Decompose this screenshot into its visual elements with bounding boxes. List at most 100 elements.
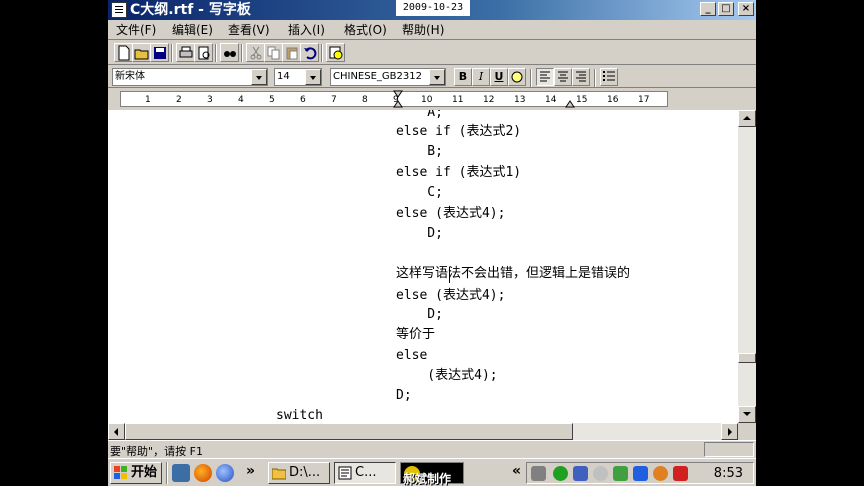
cut-icon[interactable] (246, 43, 265, 62)
title-bar[interactable]: C大纲.rtf - 写字板 2009-10-23 _ □ × (108, 0, 756, 20)
italic-button[interactable]: I (472, 68, 490, 86)
status-panel (704, 442, 754, 457)
doc-line: else (396, 348, 428, 363)
menu-bar: 文件(F) 编辑(E) 查看(V) 插入(I) 格式(O) 帮助(H) (108, 20, 756, 40)
open-icon[interactable] (132, 43, 151, 62)
save-icon[interactable] (150, 43, 169, 62)
network-icon[interactable] (553, 466, 568, 481)
close-button[interactable]: × (738, 2, 754, 16)
color-button[interactable] (508, 68, 526, 86)
script-combo[interactable]: CHINESE_GB2312 (330, 68, 446, 86)
ruler-label: 6 (300, 95, 306, 105)
doc-line: else if (表达式1) (396, 165, 522, 180)
doc-line: else if (表达式2) (396, 124, 522, 139)
scroll-right-button[interactable] (721, 423, 738, 440)
menu-help[interactable]: 帮助(H) (402, 22, 444, 38)
task-explorer-label: D:\... (289, 465, 321, 480)
doc-line: C; (396, 185, 443, 200)
font-combo[interactable]: 新宋体 (112, 68, 268, 86)
toolbar-separator (215, 44, 217, 62)
task-wordpad-label: C... (355, 465, 377, 480)
chevron-down-icon[interactable] (305, 69, 321, 85)
start-button[interactable]: 开始 (110, 462, 162, 484)
indent-marker-icon[interactable] (393, 90, 403, 108)
tray-expand[interactable]: « (512, 463, 521, 479)
chevron-down-icon[interactable] (251, 69, 267, 85)
ruler-label: 7 (331, 95, 337, 105)
maximize-button[interactable]: □ (718, 2, 734, 16)
doc-line: 这样写语法不会出错，但逻辑上是错误的 (396, 266, 631, 281)
security-icon[interactable] (633, 466, 648, 481)
paste-icon[interactable] (282, 43, 301, 62)
align-left-button[interactable] (536, 68, 554, 86)
standard-toolbar (108, 41, 756, 65)
menu-format[interactable]: 格式(O) (344, 22, 387, 38)
wordpad-icon[interactable] (111, 2, 127, 18)
align-center-button[interactable] (554, 68, 572, 86)
date-overlay: 2009-10-23 (396, 0, 470, 16)
ruler-label: 11 (452, 95, 464, 105)
task-wordpad[interactable]: C... (334, 462, 396, 484)
menu-edit[interactable]: 编辑(E) (172, 22, 213, 38)
vertical-scrollbar[interactable] (738, 110, 756, 423)
system-tray: 8:53 (526, 462, 754, 484)
insert-datetime-icon[interactable] (326, 43, 345, 62)
find-icon[interactable] (220, 43, 239, 62)
shield-icon[interactable] (673, 466, 688, 481)
wordpad-window: C大纲.rtf - 写字板 2009-10-23 _ □ × 文件(F) 编辑(… (108, 0, 756, 458)
chevron-down-icon[interactable] (429, 69, 445, 85)
bullets-button[interactable] (600, 68, 618, 86)
ruler[interactable]: 1 2 3 4 5 6 7 8 9 10 11 12 13 14 15 16 1… (108, 89, 756, 110)
font-value: 新宋体 (115, 71, 145, 82)
taskbar-separator (166, 462, 168, 484)
show-desktop-icon[interactable] (172, 464, 190, 482)
window-title: C大纲.rtf - 写字板 (130, 2, 251, 18)
print-icon[interactable] (176, 43, 195, 62)
firefox-icon[interactable] (194, 464, 212, 482)
ie-icon[interactable] (216, 464, 234, 482)
start-label: 开始 (131, 465, 158, 480)
menu-insert[interactable]: 插入(I) (288, 22, 325, 38)
update-icon[interactable] (653, 466, 668, 481)
toolbar-separator (321, 44, 323, 62)
menu-view[interactable]: 查看(V) (228, 22, 270, 38)
ruler-label: 15 (576, 95, 588, 105)
horizontal-scrollbar[interactable] (108, 423, 738, 440)
ruler-strip[interactable]: 1 2 3 4 5 6 7 8 9 10 11 12 13 14 15 16 1… (120, 90, 668, 108)
scroll-left-button[interactable] (108, 423, 125, 440)
volume-icon[interactable] (593, 466, 608, 481)
new-icon[interactable] (114, 43, 133, 62)
horizontal-scroll-thumb[interactable] (125, 423, 573, 440)
font-size-value: 14 (277, 71, 290, 82)
bold-button[interactable]: B (454, 68, 472, 86)
font-size-combo[interactable]: 14 (274, 68, 322, 86)
ruler-label: 8 (362, 95, 368, 105)
status-bar: 要"帮助"，请按 F1 (108, 440, 756, 458)
task-explorer[interactable]: D:\... (268, 462, 330, 484)
clock[interactable]: 8:53 (714, 466, 743, 481)
scroll-down-button[interactable] (738, 406, 756, 423)
underline-button[interactable]: U (490, 68, 508, 86)
undo-icon[interactable] (300, 43, 319, 62)
script-value: CHINESE_GB2312 (333, 71, 422, 82)
vertical-scroll-thumb[interactable] (738, 353, 756, 363)
print-preview-icon[interactable] (194, 43, 213, 62)
scroll-up-button[interactable] (738, 110, 756, 127)
ruler-label: 5 (269, 95, 275, 105)
menu-file[interactable]: 文件(F) (116, 22, 156, 38)
copy-icon[interactable] (264, 43, 283, 62)
connection-icon[interactable] (573, 466, 588, 481)
minimize-button[interactable]: _ (700, 2, 716, 16)
watermark: 郝斌制作 (403, 472, 452, 486)
document-area[interactable]: A; else if (表达式2) B; else if (表达式1) C; e… (108, 110, 738, 423)
ruler-label: 17 (638, 95, 650, 105)
windows-logo-icon (114, 466, 127, 479)
doc-line: else (表达式4); (396, 288, 506, 303)
right-indent-marker-icon[interactable] (565, 98, 575, 108)
quicklaunch-more[interactable]: » (246, 463, 255, 479)
keyboard-icon[interactable] (531, 466, 546, 481)
antivirus-icon[interactable] (613, 466, 628, 481)
toolbar-separator (594, 69, 596, 87)
align-right-button[interactable] (572, 68, 590, 86)
ruler-label: 13 (514, 95, 526, 105)
